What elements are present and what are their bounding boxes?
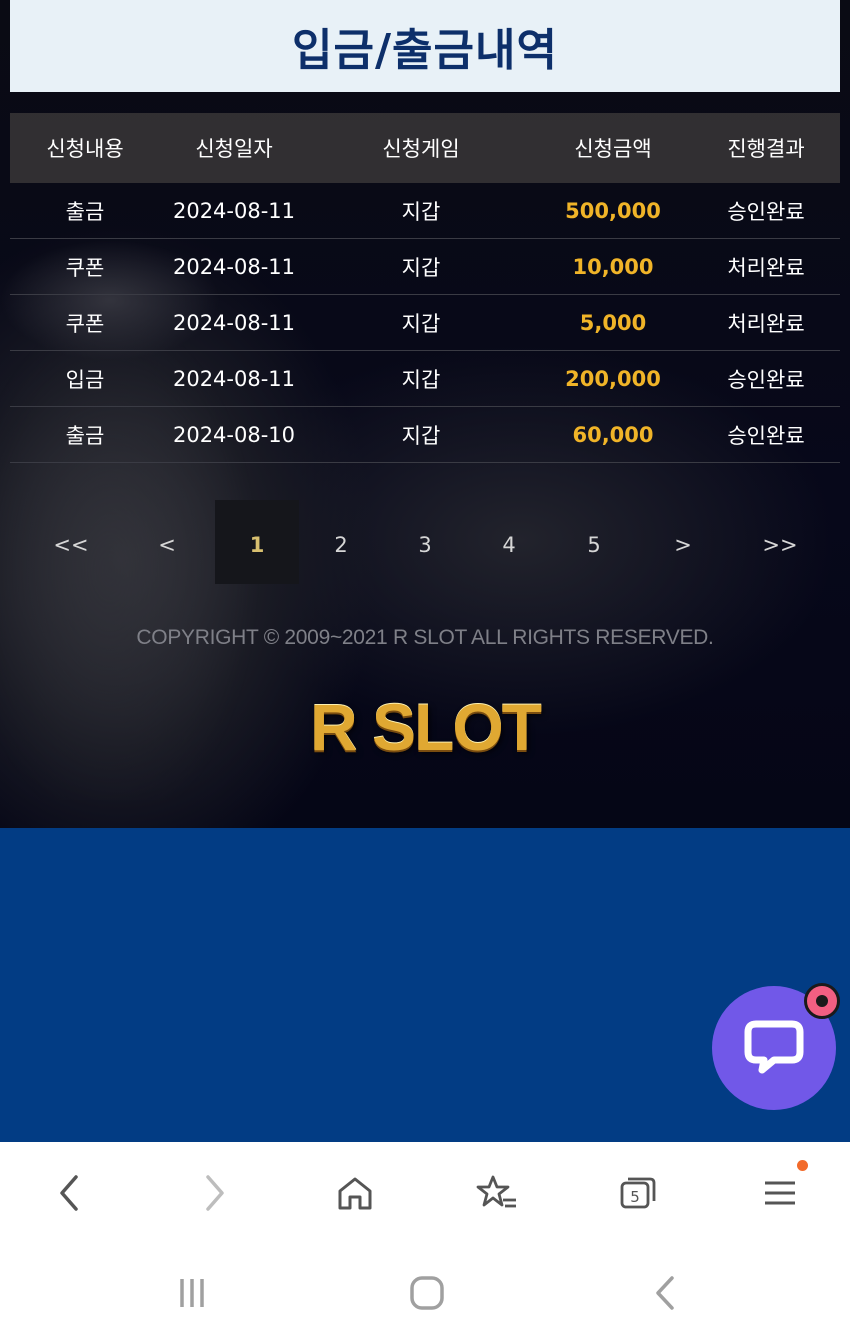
cell-game: 지갑 xyxy=(401,199,441,224)
system-navigation-bar xyxy=(0,1242,850,1340)
menu-icon[interactable] xyxy=(755,1168,805,1218)
page-last-button[interactable]: >> xyxy=(750,500,810,584)
blue-panel xyxy=(0,828,850,1142)
page-prev-button[interactable]: < xyxy=(137,500,197,584)
cell-result: 처리완료 xyxy=(727,311,805,336)
page-3-button[interactable]: 3 xyxy=(395,500,455,584)
header-game: 신청게임 xyxy=(382,137,460,161)
system-back-icon[interactable] xyxy=(640,1268,690,1318)
table-header: 신청내용 신청일자 신청게임 신청금액 진행결과 xyxy=(10,113,840,183)
cell-type: 입금 xyxy=(65,367,105,392)
notification-dot-icon xyxy=(804,983,840,1019)
cell-amount: 200,000 xyxy=(565,366,661,391)
cell-amount: 10,000 xyxy=(572,254,654,279)
cell-amount: 500,000 xyxy=(565,198,661,223)
history-table: 신청내용 신청일자 신청게임 신청금액 진행결과 출금 2024-08-11 지… xyxy=(10,113,840,463)
page-next-button[interactable]: > xyxy=(653,500,713,584)
cell-type: 쿠폰 xyxy=(65,311,105,336)
cell-date: 2024-08-11 xyxy=(172,198,296,223)
page-2-button[interactable]: 2 xyxy=(311,500,371,584)
page-1-button[interactable]: 1 xyxy=(215,500,299,584)
table-row: 출금 2024-08-11 지갑 500,000 승인완료 xyxy=(10,183,840,239)
cell-type: 출금 xyxy=(65,199,105,224)
cell-game: 지갑 xyxy=(401,367,441,392)
cell-result: 승인완료 xyxy=(727,367,805,392)
cell-game: 지갑 xyxy=(401,423,441,448)
cell-date: 2024-08-11 xyxy=(172,254,296,279)
page-title: 입금/출금내역 xyxy=(292,25,558,76)
title-bar: 입금/출금내역 xyxy=(10,0,840,92)
home-button-icon[interactable] xyxy=(402,1268,452,1318)
tab-count: 5 xyxy=(630,1188,640,1206)
content-area: 입금/출금내역 신청내용 신청일자 신청게임 신청금액 진행결과 출금 2024… xyxy=(0,0,850,828)
cell-amount: 5,000 xyxy=(579,310,647,335)
cell-date: 2024-08-10 xyxy=(172,422,296,447)
browser-toolbar: 5 xyxy=(0,1142,850,1242)
page-4-button[interactable]: 4 xyxy=(479,500,539,584)
chat-bubble-icon xyxy=(744,1018,804,1078)
header-amount: 신청금액 xyxy=(574,137,652,161)
menu-notification-dot xyxy=(797,1160,808,1171)
cell-game: 지갑 xyxy=(401,255,441,280)
header-type: 신청내용 xyxy=(46,137,124,161)
forward-arrow-icon[interactable] xyxy=(190,1168,240,1218)
cell-type: 쿠폰 xyxy=(65,255,105,280)
cell-result: 승인완료 xyxy=(727,423,805,448)
page-first-button[interactable]: << xyxy=(41,500,101,584)
cell-type: 출금 xyxy=(65,423,105,448)
cell-date: 2024-08-11 xyxy=(172,310,296,335)
bookmarks-icon[interactable] xyxy=(472,1168,522,1218)
cell-game: 지갑 xyxy=(401,311,441,336)
table-row: 쿠폰 2024-08-11 지갑 5,000 처리완료 xyxy=(10,295,840,351)
home-icon[interactable] xyxy=(330,1168,380,1218)
page-5-button[interactable]: 5 xyxy=(564,500,624,584)
site-logo[interactable]: R SLOT xyxy=(295,688,555,766)
table-row: 출금 2024-08-10 지갑 60,000 승인완료 xyxy=(10,407,840,463)
header-date: 신청일자 xyxy=(195,137,273,161)
table-row: 입금 2024-08-11 지갑 200,000 승인완료 xyxy=(10,351,840,407)
cell-date: 2024-08-11 xyxy=(172,366,296,391)
header-result: 진행결과 xyxy=(727,137,805,161)
pagination: << < 1 2 3 4 5 > >> xyxy=(0,500,850,584)
copyright-text: COPYRIGHT © 2009~2021 R SLOT ALL RIGHTS … xyxy=(136,626,714,649)
cell-amount: 60,000 xyxy=(572,422,654,447)
table-row: 쿠폰 2024-08-11 지갑 10,000 처리완료 xyxy=(10,239,840,295)
cell-result: 승인완료 xyxy=(727,199,805,224)
cell-result: 처리완료 xyxy=(727,255,805,280)
tabs-icon[interactable]: 5 xyxy=(613,1168,663,1218)
recent-apps-icon[interactable] xyxy=(167,1268,217,1318)
back-arrow-icon[interactable] xyxy=(44,1168,94,1218)
